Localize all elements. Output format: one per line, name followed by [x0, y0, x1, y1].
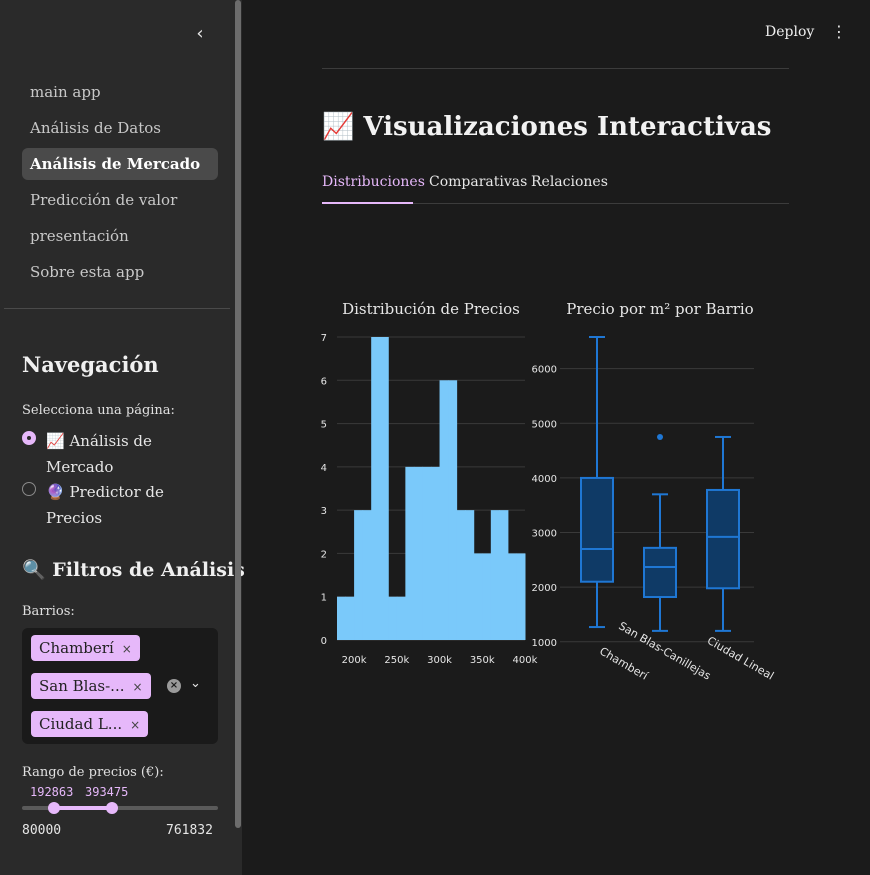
- price-slider-range: [54, 806, 113, 810]
- box-y-tick: 4000: [532, 474, 557, 485]
- hist-bar: [405, 466, 415, 640]
- price-histogram-chart[interactable]: 01234567200k 250k 300k 350k 400k: [300, 320, 545, 670]
- slider-max-value: 761832: [166, 823, 213, 838]
- hist-y-tick: 5: [321, 420, 327, 431]
- tab-comparativas[interactable]: Comparativas: [429, 174, 527, 190]
- hist-y-tick: 0: [321, 636, 327, 647]
- radio-option-analisis-mercado[interactable]: 📈 Análisis de Mercado: [22, 428, 222, 480]
- price-slider-low-thumb[interactable]: [48, 802, 61, 814]
- sidebar-item-analisis-datos[interactable]: Análisis de Datos: [22, 112, 218, 144]
- box-iqr: [706, 488, 740, 590]
- slider-high-value: 393475: [85, 785, 129, 799]
- hist-bar: [396, 596, 406, 640]
- box-iqr: [580, 476, 614, 583]
- hist-bar: [413, 466, 423, 640]
- hist-x-tick: 250k: [384, 655, 409, 666]
- hist-y-tick: 6: [321, 376, 327, 387]
- hist-y-tick: 1: [321, 593, 327, 604]
- tag-ciudad-lineal: Ciudad L... ×: [31, 711, 149, 737]
- hist-bar: [482, 553, 492, 640]
- hist-bar: [448, 380, 458, 640]
- box-y-tick: 5000: [532, 419, 557, 430]
- hist-y-tick: 7: [321, 333, 327, 344]
- sidebar-item-analisis-mercado[interactable]: Análisis de Mercado: [22, 148, 218, 180]
- price-m2-boxplot-chart[interactable]: 100020003000400050006000ChamberíSan Blas…: [520, 320, 790, 720]
- hist-bar: [473, 553, 483, 640]
- tab-distribuciones[interactable]: Distribuciones: [322, 174, 425, 190]
- hist-bar: [499, 510, 509, 640]
- radio-unselected-icon[interactable]: [22, 482, 36, 496]
- hist-bar: [422, 466, 432, 640]
- chevron-down-icon[interactable]: ⌄: [190, 676, 201, 691]
- deploy-button[interactable]: Deploy: [765, 24, 814, 40]
- barrios-label: Barrios:: [22, 604, 75, 619]
- hist-bar: [354, 510, 364, 640]
- hist-bar: [371, 337, 381, 640]
- hist-bar: [465, 510, 475, 640]
- sidebar-item-prediccion-valor[interactable]: Predicción de valor: [22, 184, 218, 216]
- box-iqr: [643, 546, 677, 599]
- box-outlier: [657, 433, 663, 440]
- hist-bar: [490, 510, 500, 640]
- hist-y-tick: 2: [321, 549, 327, 560]
- sidebar-item-presentacion[interactable]: presentación: [22, 220, 218, 252]
- header-divider: [322, 68, 789, 69]
- hist-bar: [431, 466, 441, 640]
- hist-x-tick: 350k: [470, 655, 495, 666]
- sidebar: ‹ main app Análisis de Datos Análisis de…: [0, 0, 245, 875]
- boxplot-title: Precio por m² por Barrio: [566, 300, 754, 318]
- sidebar-divider: [4, 308, 230, 309]
- tag-remove-icon[interactable]: ×: [130, 718, 140, 732]
- hist-bar: [345, 596, 355, 640]
- sidebar-item-main-app[interactable]: main app: [22, 76, 218, 108]
- sidebar-item-sobre-app[interactable]: Sobre esta app: [22, 256, 218, 288]
- navigation-heading: Navegación: [22, 352, 159, 377]
- tag-label: Chamberí: [39, 639, 114, 657]
- histogram-title: Distribución de Precios: [342, 300, 520, 318]
- radio-option-label: 📈 Análisis de Mercado: [46, 432, 152, 476]
- box-x-tick: Ciudad Lineal: [705, 634, 776, 683]
- price-range-label: Rango de precios (€):: [22, 765, 164, 780]
- hist-x-tick: 300k: [427, 655, 452, 666]
- radio-group-label: Selecciona una página:: [22, 403, 175, 418]
- filters-heading: 🔍 Filtros de Análisis: [22, 559, 245, 581]
- slider-min-value: 80000: [22, 823, 62, 838]
- page-title: 📈 Visualizaciones Interactivas: [322, 112, 772, 142]
- main-menu-icon[interactable]: ⋮: [831, 22, 847, 41]
- tab-relaciones[interactable]: Relaciones: [531, 174, 608, 190]
- radio-selected-icon[interactable]: [22, 431, 36, 445]
- hist-bar: [379, 337, 389, 640]
- hist-bar: [507, 553, 517, 640]
- box-y-tick: 2000: [532, 583, 557, 594]
- radio-option-predictor-precios[interactable]: 🔮 Predictor de Precios: [22, 479, 222, 531]
- slider-low-value: 192863: [30, 785, 74, 799]
- box-x-tick: Chamberí: [597, 645, 651, 683]
- clear-all-icon[interactable]: ×: [167, 679, 181, 693]
- tag-chamberi: Chamberí ×: [31, 635, 140, 661]
- hist-bar: [456, 510, 466, 640]
- hist-y-tick: 3: [321, 506, 327, 517]
- sidebar-scrollbar[interactable]: [235, 0, 241, 828]
- hist-y-tick: 4: [321, 463, 327, 474]
- tag-label: San Blas-...: [39, 677, 125, 695]
- price-slider-high-thumb[interactable]: [106, 802, 119, 814]
- box-y-tick: 6000: [532, 365, 557, 376]
- tag-remove-icon[interactable]: ×: [132, 680, 142, 694]
- radio-option-label: 🔮 Predictor de Precios: [46, 483, 164, 527]
- hist-x-tick: 200k: [342, 655, 367, 666]
- box-y-tick: 1000: [532, 638, 557, 649]
- barrios-multiselect[interactable]: Chamberí × San Blas-... × Ciudad L... × × ⌄: [22, 628, 218, 744]
- hist-bar: [439, 380, 449, 640]
- chevron-left-icon[interactable]: ‹: [191, 24, 209, 44]
- active-tab-indicator: [322, 202, 413, 204]
- sidebar-nav: main app Análisis de Datos Análisis de M…: [22, 76, 218, 292]
- hist-bar: [337, 596, 347, 640]
- hist-bar: [362, 510, 372, 640]
- tag-san-blas: San Blas-... ×: [31, 673, 151, 699]
- tag-remove-icon[interactable]: ×: [122, 642, 132, 656]
- hist-bar: [388, 596, 398, 640]
- box-y-tick: 3000: [532, 529, 557, 540]
- tag-label: Ciudad L...: [39, 715, 123, 733]
